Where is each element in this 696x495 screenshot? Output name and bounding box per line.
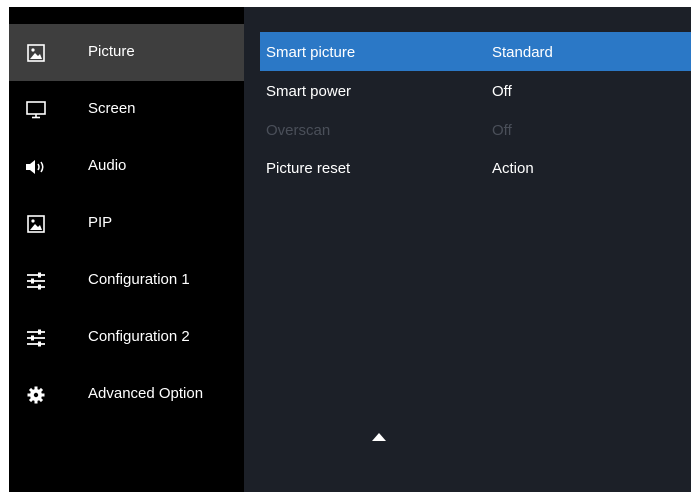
sidebar-item-label: Configuration 1 [88, 271, 190, 288]
sidebar-item-label: Configuration 2 [88, 328, 190, 345]
monitor-icon [25, 99, 47, 121]
osd-menu: Picture Screen Audio PIP Configuration 1… [9, 7, 691, 492]
sidebar-item-advanced-option[interactable]: Advanced Option [9, 366, 244, 423]
sidebar-item-label: Advanced Option [88, 385, 204, 402]
row-label: Smart picture [266, 44, 356, 61]
menu-row-smart-power[interactable]: Smart power Off [260, 71, 691, 110]
speaker-icon [25, 156, 47, 178]
sidebar-item-audio[interactable]: Audio [9, 138, 244, 195]
menu-row-overscan: Overscan Off [260, 110, 691, 149]
sidebar-item-label: Picture [88, 43, 135, 60]
row-value: Action [492, 160, 534, 177]
row-label: Smart power [266, 83, 352, 100]
sliders-icon [25, 327, 47, 349]
row-label: Overscan [266, 122, 331, 139]
sidebar-item-picture[interactable]: Picture [9, 24, 244, 81]
sidebar-item-configuration-1[interactable]: Configuration 1 [9, 252, 244, 309]
sidebar-item-label: PIP [88, 214, 113, 231]
sidebar: Picture Screen Audio PIP Configuration 1… [9, 7, 244, 492]
row-value: Off [492, 122, 512, 139]
sidebar-item-pip[interactable]: PIP [9, 195, 244, 252]
picture-icon [25, 213, 47, 235]
up-arrow-icon[interactable] [372, 428, 386, 446]
gear-icon [25, 384, 47, 406]
sliders-icon [25, 270, 47, 292]
sidebar-item-screen[interactable]: Screen [9, 81, 244, 138]
row-value: Standard [492, 44, 553, 61]
row-label: Picture reset [266, 160, 351, 177]
menu-row-smart-picture[interactable]: Smart picture Standard [260, 32, 691, 71]
picture-icon [25, 42, 47, 64]
sidebar-item-label: Screen [88, 100, 136, 117]
sidebar-item-label: Audio [88, 157, 127, 174]
sidebar-item-configuration-2[interactable]: Configuration 2 [9, 309, 244, 366]
row-value: Off [492, 83, 512, 100]
menu-row-picture-reset[interactable]: Picture reset Action [260, 148, 691, 187]
